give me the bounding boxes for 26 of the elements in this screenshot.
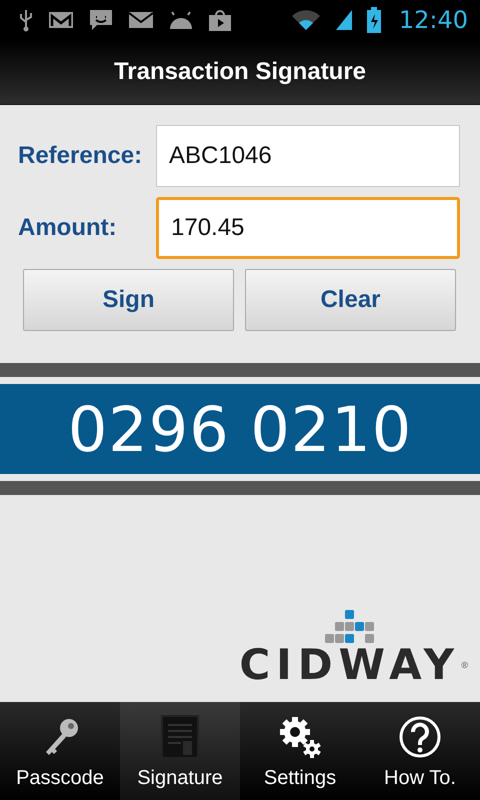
tab[interactable]: Passcode <box>0 702 120 800</box>
field-label: Amount: <box>18 214 118 242</box>
signature-code: 0296 0210 <box>68 392 412 466</box>
envelope-icon <box>128 10 154 30</box>
document-icon <box>161 715 199 759</box>
store-icon <box>208 8 232 32</box>
logo-text: CIDWAY <box>239 644 460 686</box>
input-field[interactable]: ABC1046 <box>156 125 460 187</box>
input-field[interactable]: 170.45 <box>156 197 460 259</box>
signal-icon <box>334 8 353 32</box>
usb-icon <box>18 8 34 32</box>
tab[interactable]: How To. <box>360 702 480 800</box>
android-icon <box>168 9 194 31</box>
clock-time: 12:40 <box>398 6 468 34</box>
mail-icon <box>48 10 74 30</box>
tab[interactable]: Settings <box>240 702 360 800</box>
wifi-icon <box>290 8 321 32</box>
registered-mark: ® <box>461 660 468 670</box>
clear-button[interactable]: Clear <box>245 269 456 331</box>
sign-button[interactable]: Sign <box>23 269 234 331</box>
field-label: Reference: <box>18 142 144 170</box>
help-icon <box>398 715 442 759</box>
chat-icon <box>88 8 114 32</box>
screen-title: Transaction Signature <box>114 58 366 86</box>
gears-icon <box>278 715 322 759</box>
tab[interactable]: Signature <box>120 702 240 800</box>
